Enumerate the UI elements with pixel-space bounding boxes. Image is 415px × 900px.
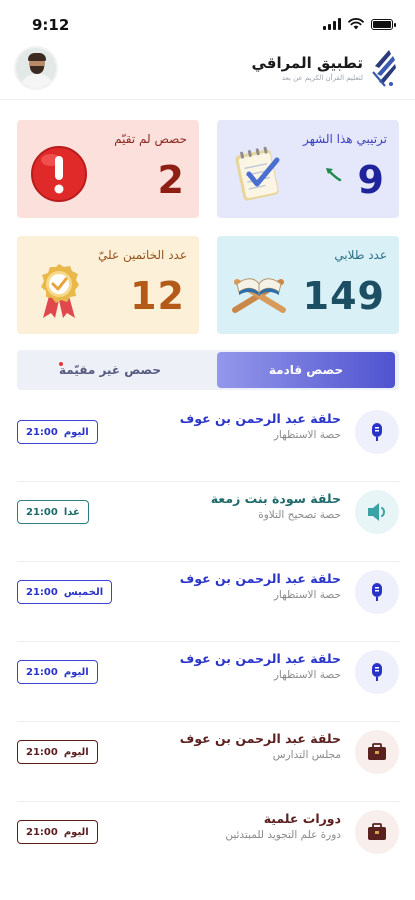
session-type: مجلس التدارس — [272, 749, 341, 761]
session-row[interactable]: حلقة عبد الرحمن بن عوف حصة الاستظهار الي… — [17, 392, 399, 482]
signal-icon — [323, 18, 341, 30]
session-time-badge[interactable]: اليوم 21:00 — [17, 660, 98, 684]
stat-value-rank: 9 — [357, 158, 385, 202]
session-time: 21:00 — [26, 586, 58, 598]
session-title: حلقة عبد الرحمن بن عوف — [179, 411, 341, 426]
microphone-icon — [355, 650, 399, 694]
session-title: حلقة عبد الرحمن بن عوف — [179, 571, 341, 586]
microphone-icon — [355, 410, 399, 454]
status-time: 9:12 — [32, 16, 70, 34]
notepad-check-icon — [235, 146, 280, 201]
session-day: اليوم — [63, 746, 89, 758]
speaker-icon — [355, 490, 399, 534]
session-time: 21:00 — [26, 506, 58, 518]
wifi-icon — [348, 18, 364, 30]
session-title: حلقة سودة بنت زمعة — [210, 491, 341, 506]
battery-icon — [371, 19, 396, 30]
stat-value-students: 149 — [302, 274, 385, 318]
stat-label-unevaluated: حصص لم تقيّم — [114, 132, 187, 146]
alert-icon — [31, 146, 87, 202]
session-title: حلقة عبد الرحمن بن عوف — [179, 651, 341, 666]
brand: تطبيق المراقي لتعليم القرآن الكريم عن بع… — [251, 48, 397, 88]
session-row[interactable]: حلقة عبد الرحمن بن عوف حصة الاستظهار الخ… — [17, 552, 399, 642]
trend-up-icon — [326, 168, 342, 182]
quran-stand-icon — [232, 278, 286, 313]
microphone-icon — [355, 570, 399, 614]
session-type: حصة الاستظهار — [273, 589, 341, 601]
session-time-badge[interactable]: اليوم 21:00 — [17, 420, 98, 444]
briefcase-icon — [355, 730, 399, 774]
session-time-badge[interactable]: الخميس 21:00 — [17, 580, 113, 604]
notification-dot — [59, 362, 63, 366]
stat-card-unevaluated[interactable]: حصص لم تقيّم 2 — [17, 120, 199, 218]
session-time: 21:00 — [26, 746, 58, 758]
session-time: 21:00 — [26, 666, 58, 678]
tab-upcoming[interactable]: حصص قادمة — [217, 352, 395, 388]
session-day: اليوم — [63, 426, 89, 438]
app-subtitle: لتعليم القرآن الكريم عن بعد — [281, 74, 363, 82]
session-time-badge[interactable]: اليوم 21:00 — [17, 740, 98, 764]
session-type: حصة تصحيح التلاوة — [258, 509, 341, 521]
tab-unevaluated[interactable]: حصص غير مقيّمة — [21, 352, 199, 388]
stat-label-rank: ترتيبي هذا الشهر — [303, 132, 387, 146]
stat-value-graduates: 12 — [130, 274, 185, 318]
app-title: تطبيق المراقي — [251, 54, 363, 72]
session-row[interactable]: حلقة عبد الرحمن بن عوف حصة الاستظهار الي… — [17, 632, 399, 722]
session-time-badge[interactable]: غدا 21:00 — [17, 500, 89, 524]
session-title: دورات علمية — [263, 811, 341, 826]
session-day: اليوم — [63, 826, 89, 838]
stat-value-unevaluated: 2 — [157, 158, 185, 202]
session-day: اليوم — [63, 666, 89, 678]
session-row[interactable]: حلقة سودة بنت زمعة حصة تصحيح التلاوة غدا… — [17, 472, 399, 562]
session-time: 21:00 — [26, 426, 58, 438]
session-type: دورة علم التجويد للمبتدئين — [225, 829, 341, 841]
status-bar: 9:12 — [0, 0, 415, 46]
stat-card-graduates[interactable]: عدد الخاتمين عليّ 12 — [17, 236, 199, 334]
stat-card-rank[interactable]: ترتيبي هذا الشهر 9 — [217, 120, 399, 218]
session-title: حلقة عبد الرحمن بن عوف — [179, 731, 341, 746]
stat-label-students: عدد طلابي — [334, 248, 387, 262]
briefcase-icon — [355, 810, 399, 854]
award-badge-icon — [41, 264, 79, 318]
session-row[interactable]: حلقة عبد الرحمن بن عوف مجلس التدارس اليو… — [17, 712, 399, 802]
session-type: حصة الاستظهار — [273, 429, 341, 441]
status-icons — [323, 18, 396, 30]
session-time: 21:00 — [26, 826, 58, 838]
session-tabs: حصص قادمة حصص غير مقيّمة — [17, 350, 399, 390]
app-logo — [372, 50, 396, 87]
stat-card-students[interactable]: عدد طلابي 149 — [217, 236, 399, 334]
tab-unevaluated-label: حصص غير مقيّمة — [58, 363, 162, 377]
stat-label-graduates: عدد الخاتمين عليّ — [98, 248, 187, 262]
avatar[interactable] — [14, 46, 58, 90]
session-day: الخميس — [63, 586, 104, 598]
session-time-badge[interactable]: اليوم 21:00 — [17, 820, 98, 844]
session-type: حصة الاستظهار — [273, 669, 341, 681]
app-header: تطبيق المراقي لتعليم القرآن الكريم عن بع… — [0, 46, 415, 100]
session-day: غدا — [63, 506, 80, 518]
session-row[interactable]: دورات علمية دورة علم التجويد للمبتدئين ا… — [17, 792, 399, 882]
